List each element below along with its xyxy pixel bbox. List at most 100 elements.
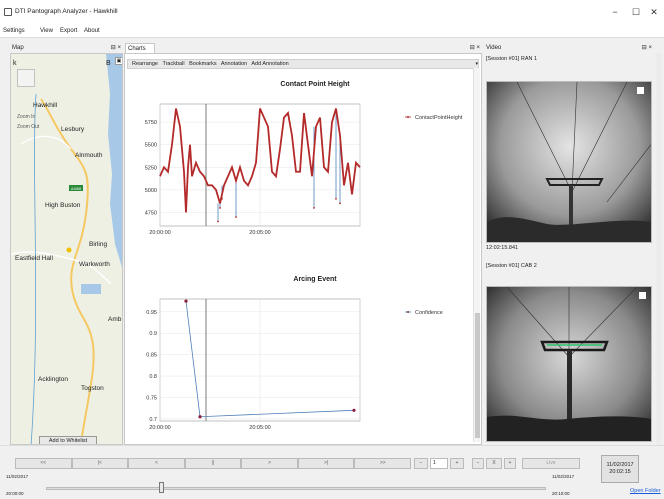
road-label: A1068 bbox=[71, 187, 81, 191]
window-title: DTI Pantograph Analyzer - Hawkhill bbox=[15, 8, 118, 15]
tab-charts[interactable]: Charts bbox=[125, 43, 155, 53]
map-corner-label: k bbox=[13, 60, 17, 67]
annotation-button[interactable]: Annotation bbox=[221, 61, 247, 67]
legend-label: Confidence bbox=[415, 310, 443, 316]
current-date: 11/02/2017 bbox=[606, 462, 634, 468]
step-forward-button[interactable]: > bbox=[241, 458, 298, 469]
video-close-icon[interactable]: × bbox=[648, 45, 652, 51]
charts-close-icon[interactable]: × bbox=[476, 45, 480, 51]
map-corner-label-b: B bbox=[106, 60, 111, 67]
speed-decrease-button[interactable]: − bbox=[414, 458, 428, 469]
map-canvas: A1068 bbox=[11, 54, 122, 444]
toolbar-dropdown-icon[interactable]: ▾ bbox=[475, 61, 478, 67]
close-button[interactable]: ✕ bbox=[644, 4, 664, 20]
x-tick-label: 20:00:00 bbox=[149, 230, 170, 236]
charts-panel-tools: ⊟ × bbox=[440, 43, 482, 53]
timeline-slider[interactable] bbox=[46, 487, 546, 490]
charts-tab-label: Charts bbox=[128, 46, 146, 52]
map-place-label: Acklington bbox=[38, 376, 68, 383]
menu-export[interactable]: Export bbox=[60, 28, 77, 34]
menu-settings[interactable]: Settings bbox=[3, 28, 25, 34]
zoom-factor-label: X bbox=[486, 458, 502, 469]
video-pin-icon[interactable]: ⊟ bbox=[642, 45, 647, 51]
transport-controls: << |< < || > >| >> bbox=[15, 458, 412, 469]
forward-fast-button[interactable]: >> bbox=[354, 458, 412, 469]
y-tick-label: 5500 bbox=[145, 143, 157, 149]
map-place-label: Warkworth bbox=[79, 261, 110, 268]
map-place-label: High Buston bbox=[45, 202, 81, 209]
map-layers-icon[interactable]: ▣ bbox=[115, 57, 122, 65]
cam1-video[interactable] bbox=[486, 81, 652, 243]
y-tick-label: 0.75 bbox=[146, 395, 157, 401]
menu-view[interactable]: View bbox=[40, 28, 53, 34]
chart2-title: Arcing Event bbox=[293, 276, 337, 283]
legend-marker bbox=[407, 311, 409, 313]
x-tick-label: 20:05:00 bbox=[249, 425, 270, 431]
map-panel-header: Map ⊟ × bbox=[10, 43, 123, 53]
skip-end-button[interactable]: >| bbox=[297, 458, 355, 469]
map-pin-icon[interactable]: ⊟ bbox=[111, 45, 116, 51]
menu-about[interactable]: About bbox=[84, 28, 100, 34]
trackball-button[interactable]: Trackball bbox=[162, 61, 184, 67]
data-point bbox=[352, 408, 356, 412]
pause-button[interactable]: || bbox=[184, 458, 242, 469]
y-tick-label: 5250 bbox=[145, 165, 157, 171]
map-place-label: Alnmouth bbox=[75, 152, 103, 159]
current-datetime: 11/02/2017 20:02:15 bbox=[601, 455, 639, 483]
bookmarks-button[interactable]: Bookmarks bbox=[189, 61, 217, 67]
arcing-event-chart[interactable]: 0.7 0.75 0.8 0.85 0.9 0.95 20:00:00 20:05:00 Con… bbox=[135, 297, 475, 437]
map-place-label: Lesbury bbox=[61, 126, 85, 133]
maximize-button[interactable]: ☐ bbox=[626, 4, 646, 20]
scrollbar-thumb[interactable] bbox=[475, 313, 480, 438]
zoom-decrease-button[interactable]: − bbox=[472, 458, 484, 469]
rewind-fast-button[interactable]: << bbox=[15, 458, 72, 469]
open-folder-link[interactable]: Open Folder bbox=[630, 488, 661, 494]
x-tick-label: 20:05:00 bbox=[249, 230, 270, 236]
speed-increase-button[interactable]: + bbox=[450, 458, 464, 469]
charts-area: Rearrange Trackball Bookmarks Annotation… bbox=[124, 53, 482, 445]
charts-pin-icon[interactable]: ⊟ bbox=[470, 45, 475, 51]
video-overlay-icon bbox=[637, 87, 644, 94]
title-bar: DTI Pantograph Analyzer - Hawkhill − ☐ ✕ bbox=[0, 0, 664, 26]
data-point bbox=[313, 207, 315, 209]
cam1-timestamp: 12:02:15.841 bbox=[486, 245, 519, 251]
zoom-in-button[interactable]: Zoom In bbox=[17, 114, 35, 120]
add-to-whitelist-button[interactable]: Add to Whitelist bbox=[39, 436, 97, 444]
data-point bbox=[335, 197, 337, 200]
video-scrollbar[interactable] bbox=[656, 53, 662, 445]
add-annotation-button[interactable]: Add Annotation bbox=[251, 61, 288, 67]
data-point bbox=[217, 220, 219, 223]
live-button[interactable]: Live bbox=[522, 458, 580, 469]
skip-start-button[interactable]: |< bbox=[71, 458, 129, 469]
map-close-icon[interactable]: × bbox=[117, 45, 121, 51]
contact-point-height-chart[interactable]: 4750 5000 5250 5500 5750 20:00:00 20:05:00 Cont… bbox=[135, 102, 475, 242]
map-place-label: Birling bbox=[89, 241, 108, 248]
data-point bbox=[235, 216, 237, 218]
legend-marker bbox=[407, 116, 409, 118]
zoom-out-button[interactable]: Zoom Out bbox=[17, 124, 39, 130]
minimize-button[interactable]: − bbox=[605, 4, 625, 20]
video-panel: [Session #01] RAN 1 12:02:15.841 [Sessio… bbox=[484, 53, 654, 445]
speed-input[interactable]: 1 bbox=[430, 458, 448, 469]
playback-bar: << |< < || > >| >> − 1 + − X + Live 11/0… bbox=[0, 445, 664, 499]
map-view[interactable]: A1068 Zoom In Zoom Out k B ▣ Hawkhill Le… bbox=[10, 53, 123, 445]
charts-scrollbar[interactable] bbox=[473, 68, 480, 442]
cam2-video[interactable] bbox=[486, 286, 652, 442]
cam2-label: [Session #01] CAB 2 bbox=[486, 263, 537, 269]
step-back-button[interactable]: < bbox=[128, 458, 185, 469]
map-place-label: Hawkhill bbox=[33, 102, 58, 109]
video-panel-header: Video ⊟ × bbox=[484, 43, 654, 53]
timeline-start-time: 20:00:00 bbox=[6, 491, 24, 496]
map-place-label: Eastfield Hall bbox=[15, 255, 53, 262]
data-point bbox=[184, 299, 188, 303]
zoom-increase-button[interactable]: + bbox=[504, 458, 516, 469]
rearrange-button[interactable]: Rearrange bbox=[132, 61, 158, 67]
current-time: 20:02:15 bbox=[609, 469, 631, 475]
timeline-slider-thumb[interactable] bbox=[159, 482, 164, 493]
y-tick-label: 0.9 bbox=[149, 331, 157, 337]
data-point bbox=[219, 207, 221, 209]
pan-control[interactable] bbox=[17, 69, 35, 87]
y-tick-label: 0.95 bbox=[146, 310, 157, 316]
map-poi-icon bbox=[66, 247, 72, 253]
chart1-title: Contact Point Height bbox=[280, 81, 350, 88]
